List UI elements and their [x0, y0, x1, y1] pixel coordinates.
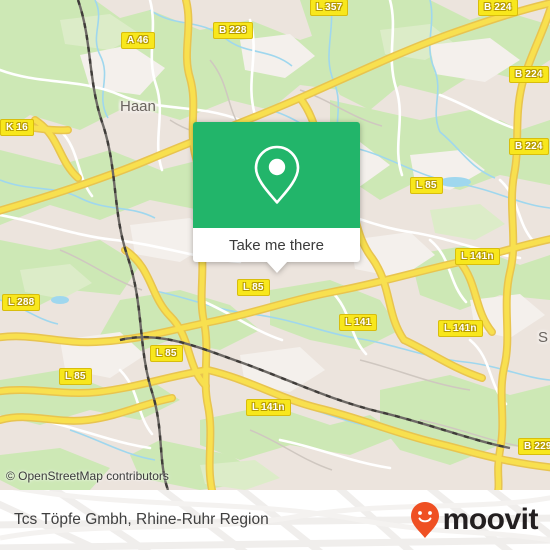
map-place-label: Haan [120, 98, 156, 115]
popup-tail-pointer [265, 261, 288, 273]
moovit-logo[interactable]: moovit [410, 501, 539, 539]
road-shield: L 85 [59, 368, 92, 385]
road-shield: L 85 [150, 345, 183, 362]
road-shield: L 85 [237, 279, 270, 296]
bottom-info-bar: Tcs Töpfe Gmbh, Rhine-Ruhr Region moovit [0, 490, 550, 550]
place-caption: Tcs Töpfe Gmbh, Rhine-Ruhr Region [14, 511, 269, 528]
road-shield: L 141 [339, 314, 378, 331]
road-shield: B 224 [478, 0, 518, 16]
map-viewport[interactable]: Haan S L 357 B 224 A 46 B 228 B 224 K 16… [0, 0, 550, 490]
road-shield: A 46 [121, 32, 155, 49]
location-popup-card[interactable]: Take me there [193, 122, 360, 273]
take-me-there-label: Take me there [228, 236, 325, 254]
osm-attribution[interactable]: © OpenStreetMap contributors [6, 469, 169, 483]
road-shield: B 224 [509, 138, 549, 155]
road-shield: B 229 [518, 438, 550, 455]
road-shield: L 288 [2, 294, 41, 311]
map-screenshot: Haan S L 357 B 224 A 46 B 228 B 224 K 16… [0, 0, 550, 550]
popup-header [193, 122, 360, 228]
road-shield: B 228 [213, 22, 253, 39]
road-shield: L 85 [410, 177, 443, 194]
road-shield: B 224 [509, 66, 549, 83]
road-shield: K 16 [0, 119, 34, 136]
map-place-label: S [538, 329, 549, 346]
moovit-wordmark: moovit [442, 503, 539, 536]
moovit-pin-icon [410, 502, 439, 538]
popup-footer[interactable]: Take me there [193, 228, 360, 273]
road-shield: L 141n [438, 320, 483, 337]
road-shield: L 141n [246, 399, 291, 416]
location-pin-icon [254, 145, 299, 204]
road-shield: L 357 [310, 0, 349, 16]
road-shield: L 141n [455, 248, 500, 265]
